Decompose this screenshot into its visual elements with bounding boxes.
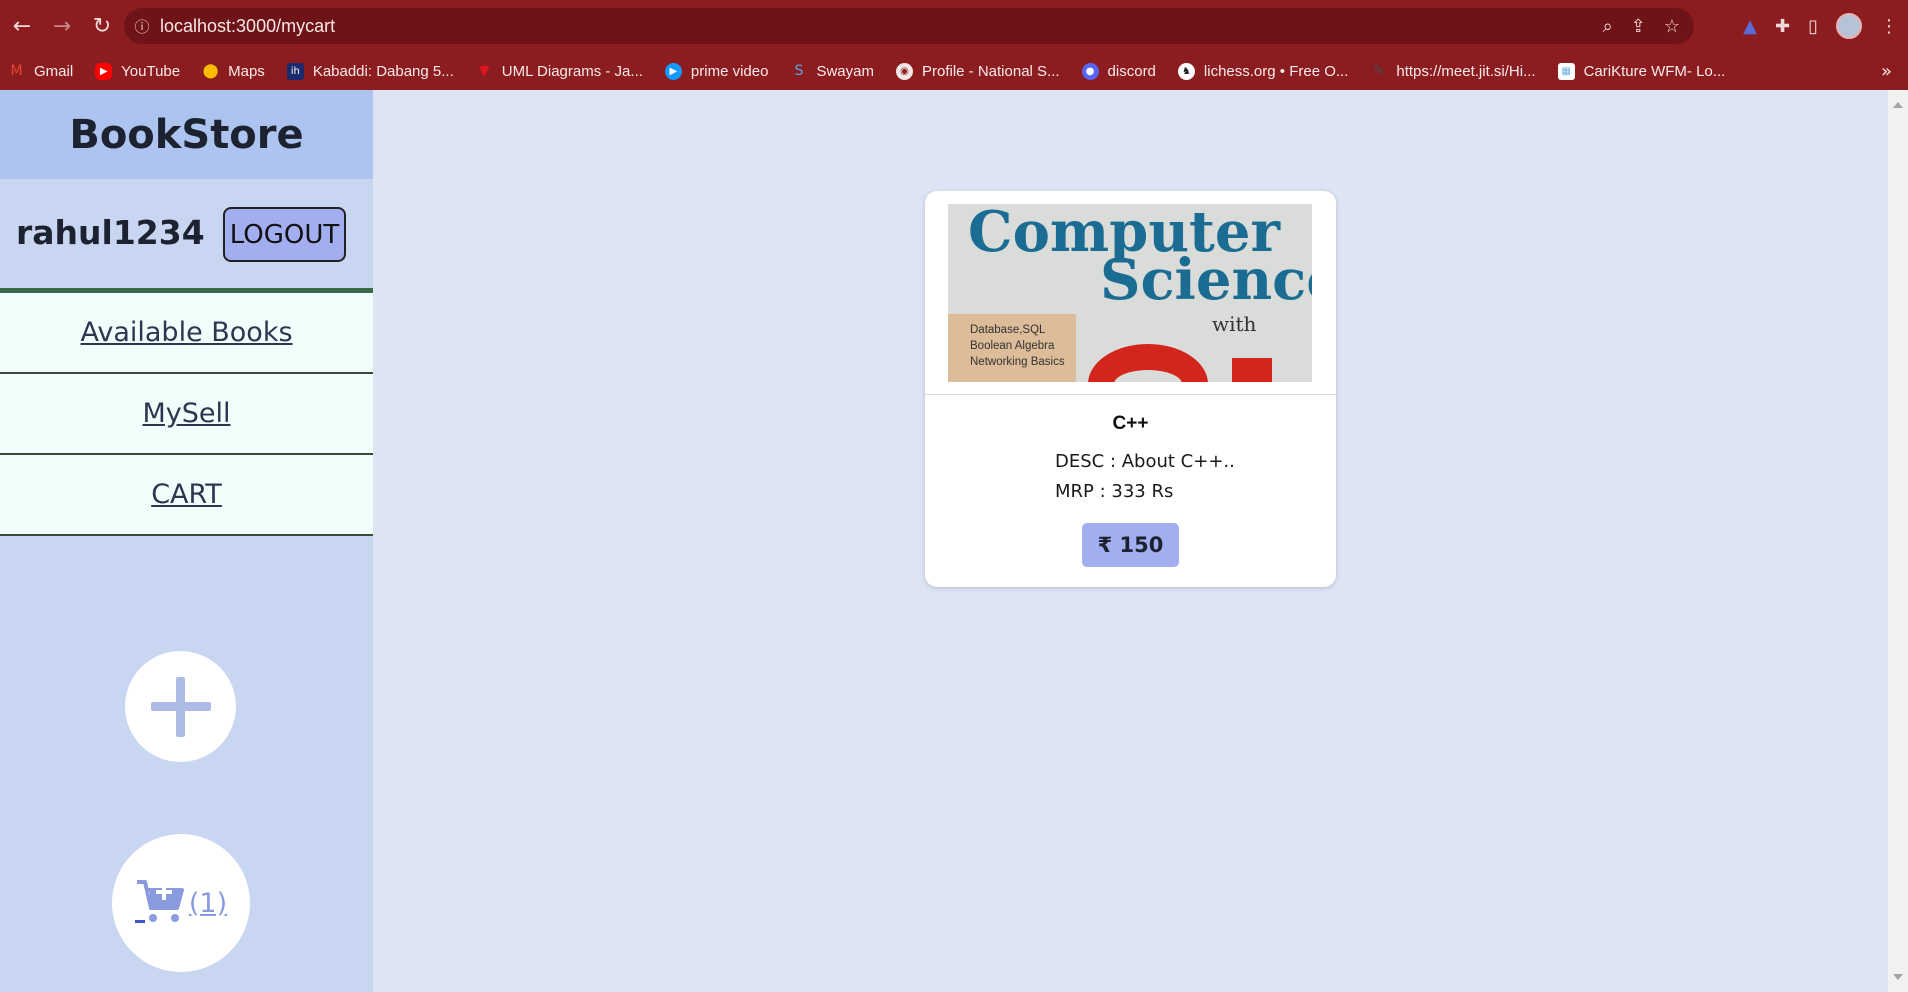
profile-avatar[interactable] <box>1836 13 1862 39</box>
browser-toolbar: ← → ↻ ⓘ localhost:3000/mycart ⌕ ⇪ ☆ ▲ ✚ … <box>0 0 1908 52</box>
more-bookmarks-icon[interactable]: » <box>1881 52 1892 90</box>
browser-menu-icon[interactable]: ⋮ <box>1880 16 1898 37</box>
bookmark-gmail[interactable]: M Gmail <box>8 63 73 80</box>
bookmark-uml[interactable]: ▼ UML Diagrams - Ja... <box>476 63 643 80</box>
brand-title: BookStore <box>0 90 373 179</box>
mysell-link[interactable]: MySell <box>142 398 230 429</box>
address-bar-actions: ⌕ ⇪ ☆ <box>1603 8 1680 44</box>
gmail-icon: M <box>10 63 23 79</box>
kabaddi-icon: ih <box>286 62 304 80</box>
bookmarks-bar: M Gmail ▶ YouTube ⬤ Maps ih Kabaddi: Dabang … <box>0 52 1908 90</box>
book-mrp: MRP : 333 Rs <box>1055 481 1174 502</box>
card-divider <box>925 394 1336 395</box>
cover-topics-box: Database,SQL Boolean Algebra Networking … <box>948 314 1076 382</box>
book-description: DESC : About C++.. <box>1055 451 1235 472</box>
bookmark-profile[interactable]: ◉ Profile - National S... <box>895 62 1060 80</box>
globe-icon: ◉ <box>895 62 913 80</box>
bookmark-carikture[interactable]: ▦ CariKture WFM- Lo... <box>1557 62 1725 80</box>
youtube-icon: ▶ <box>95 62 113 80</box>
price-button[interactable]: ₹ 150 <box>1082 523 1179 567</box>
cart-plus-icon <box>134 878 185 929</box>
book-card: Computer Science with Database,SQL Boole… <box>925 191 1336 587</box>
bookmark-prime-video[interactable]: ▶ prime video <box>664 62 768 80</box>
carikture-icon: ▦ <box>1557 62 1575 80</box>
bookmark-kabaddi[interactable]: ih Kabaddi: Dabang 5... <box>286 62 454 80</box>
bookmark-youtube[interactable]: ▶ YouTube <box>95 62 180 80</box>
nav-item-mysell: MySell <box>0 374 373 455</box>
scroll-up-arrow[interactable] <box>1893 102 1903 108</box>
extensions-puzzle-icon[interactable]: ✚ <box>1775 16 1790 37</box>
discord-icon: ● <box>1081 62 1099 80</box>
side-panel-icon[interactable]: ▯ <box>1808 16 1818 37</box>
sidebar: BookStore rahul1234 LOGOUT Available Boo… <box>0 90 373 992</box>
uml-icon: ▼ <box>478 63 490 79</box>
bookmark-maps[interactable]: ⬤ Maps <box>202 63 265 80</box>
forward-icon[interactable]: → <box>42 6 82 46</box>
jitsi-icon: ✎ <box>1373 63 1385 79</box>
page: BookStore rahul1234 LOGOUT Available Boo… <box>0 90 1888 992</box>
plus-icon <box>150 676 211 737</box>
maps-icon: ⬤ <box>202 63 219 79</box>
cover-logo-shape <box>1088 344 1208 382</box>
prime-video-icon: ▶ <box>664 62 682 80</box>
cart-link[interactable]: CART <box>151 479 222 510</box>
book-title: C++ <box>1112 413 1149 434</box>
page-scrollbar[interactable] <box>1888 90 1908 992</box>
back-icon[interactable]: ← <box>2 6 42 46</box>
cart-count[interactable]: (1) <box>189 888 227 919</box>
site-info-icon[interactable]: ⓘ <box>124 8 160 44</box>
nav-item-cart: CART <box>0 455 373 536</box>
bookmark-swayam[interactable]: S Swayam <box>790 63 874 80</box>
cart-button[interactable]: (1) <box>112 834 250 972</box>
user-panel: rahul1234 LOGOUT <box>0 179 373 293</box>
username: rahul1234 <box>16 213 205 252</box>
browser-chrome: ← → ↻ ⓘ localhost:3000/mycart ⌕ ⇪ ☆ ▲ ✚ … <box>0 0 1908 90</box>
available-books-link[interactable]: Available Books <box>80 317 292 348</box>
scroll-down-arrow[interactable] <box>1893 974 1903 980</box>
bookmark-discord[interactable]: ● discord <box>1081 62 1156 80</box>
extension-triangle-icon[interactable]: ▲ <box>1743 16 1757 37</box>
swayam-icon: S <box>794 63 804 79</box>
extensions-area: ▲ ✚ ▯ ⋮ <box>1743 8 1898 44</box>
address-bar[interactable]: ⓘ localhost:3000/mycart ⌕ ⇪ ☆ <box>124 8 1694 44</box>
bookmark-star-icon[interactable]: ☆ <box>1664 16 1680 37</box>
zoom-icon[interactable]: ⌕ <box>1603 16 1613 37</box>
book-cover-image: Computer Science with Database,SQL Boole… <box>948 204 1312 382</box>
bookmark-jitsi[interactable]: ✎ https://meet.jit.si/Hi... <box>1370 63 1536 80</box>
reload-icon[interactable]: ↻ <box>82 6 122 46</box>
share-icon[interactable]: ⇪ <box>1631 16 1646 37</box>
bookmark-lichess[interactable]: ♞ lichess.org • Free O... <box>1177 62 1348 80</box>
url-text[interactable]: localhost:3000/mycart <box>160 16 335 37</box>
cover-logo-shape-2 <box>1232 358 1272 382</box>
logout-button[interactable]: LOGOUT <box>223 207 346 262</box>
add-book-button[interactable] <box>125 651 236 762</box>
nav-item-available-books: Available Books <box>0 293 373 374</box>
lichess-icon: ♞ <box>1177 62 1195 80</box>
